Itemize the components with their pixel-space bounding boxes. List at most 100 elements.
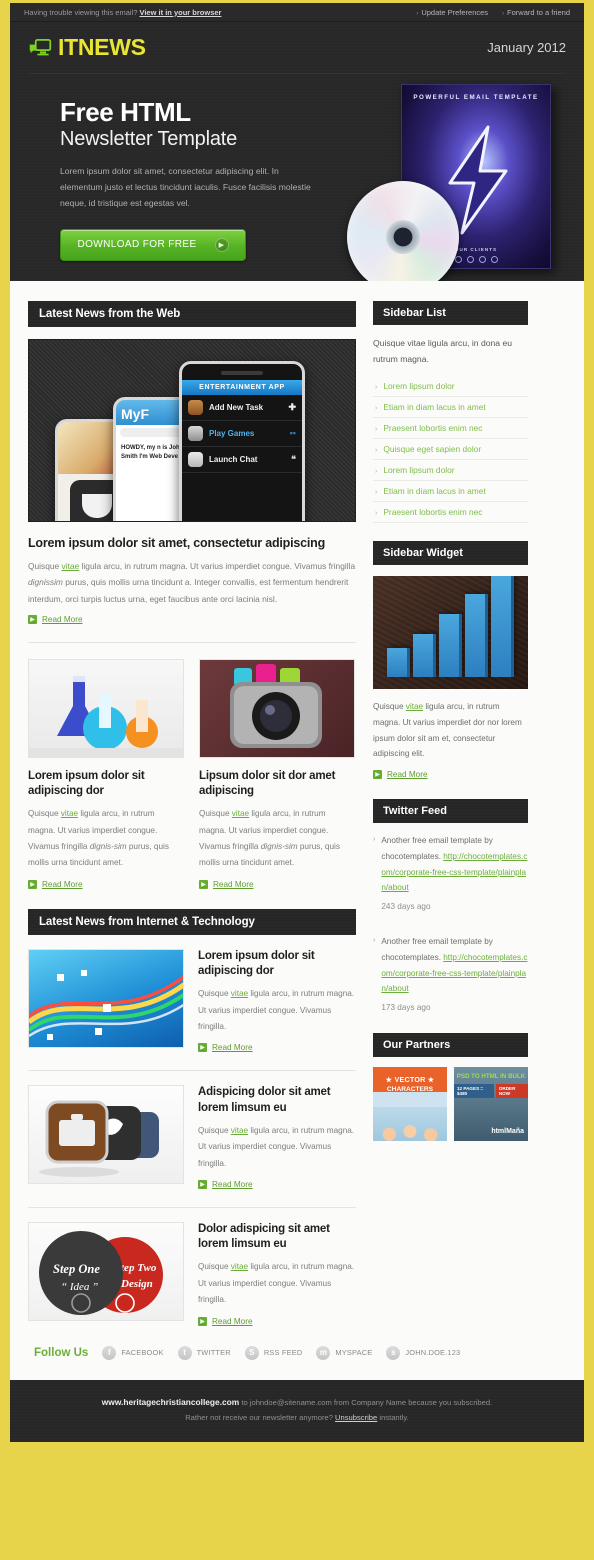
list-item-text: Adispicing dolor sit amet lorem limsum e… <box>198 1085 356 1191</box>
phone-front: ENTERTAINMENT APP Add New Task ✚ Play Ga… <box>179 360 305 521</box>
read-more-label: Read More <box>387 770 428 780</box>
social-link-skype[interactable]: s JOHN.DOE.123 <box>386 1345 460 1360</box>
main-column: Latest News from the Web MyF HOWDY, my n… <box>28 301 356 1328</box>
tweet-content: Another free email template by chocotemp… <box>381 833 528 914</box>
email-page: Having trouble viewing this email? View … <box>0 0 594 1560</box>
chevron-right-icon: › <box>373 937 376 945</box>
sidebar-list-item[interactable]: › Quisque eget sapien dolor <box>373 439 528 460</box>
chevron-right-icon: › <box>373 836 376 844</box>
header-section: ITNEWS January 2012 Free HTML Newsletter… <box>10 22 584 281</box>
sidebar-item-label: Praesent lobortis enim nec <box>383 422 483 433</box>
read-more-link[interactable]: ▶ Read More <box>198 1316 253 1326</box>
article-cell: Lorem ipsum dolor sit adipiscing dor Qui… <box>28 658 184 891</box>
vitae-link[interactable]: vitae <box>61 809 78 818</box>
product-boxshot-and-cd: POWERFUL EMAIL TEMPLATE OUR CLIENTS <box>347 84 562 281</box>
read-more-link[interactable]: ▶ Read More <box>373 770 428 780</box>
vector-characters-banner[interactable]: ★ VECTOR ★ CHARACTERS <box>373 1067 447 1142</box>
chevron-right-icon: › <box>375 509 378 517</box>
unsubscribe-link[interactable]: Unsubscribe <box>335 1413 377 1422</box>
logo-row: ITNEWS January 2012 <box>28 22 566 74</box>
download-for-free-button[interactable]: DOWNLOAD FOR FREE ▶ <box>60 228 246 261</box>
sidebar-list-item[interactable]: › Praesent lobortis enim nec <box>373 418 528 439</box>
follow-us-bar: Follow Us f FACEBOOK t TWITTER S RSS FEE… <box>10 1327 584 1380</box>
read-more-link[interactable]: ▶ Read More <box>198 1180 253 1190</box>
article-title: Adispicing dolor sit amet lorem limsum e… <box>198 1086 331 1114</box>
sidebar-list-item[interactable]: › Etiam in diam lacus in amet <box>373 397 528 418</box>
app-item-play-games: Play Games ▪▪ <box>182 421 302 447</box>
read-more-link[interactable]: ▶ Read More <box>199 879 254 889</box>
myspace-icon: m <box>316 1345 331 1360</box>
sidebar-list-item[interactable]: › Etiam in diam lacus in amet <box>373 481 528 502</box>
forward-to-friend-link[interactable]: Forward to a friend <box>507 8 570 17</box>
arrow-square-icon: ▶ <box>198 1043 207 1053</box>
logo[interactable]: ITNEWS <box>28 34 146 61</box>
preheader-bar: Having trouble viewing this email? View … <box>10 3 584 22</box>
vitae-link[interactable]: vitae <box>231 1126 248 1135</box>
svg-text:Design: Design <box>120 1278 153 1290</box>
read-more-label: Read More <box>42 879 83 889</box>
chevron-right-icon: › <box>375 446 378 454</box>
sidebar-item-label: Etiam in diam lacus in amet <box>383 401 486 412</box>
sidebar-list-item[interactable]: › Lorem lipsum dolor <box>373 376 528 397</box>
arrow-square-icon: ▶ <box>198 1316 207 1326</box>
chart-bar <box>439 613 462 677</box>
step-circles-thumbnail[interactable]: tep Two Design Step One “ Idea ” <box>28 1222 184 1322</box>
social-link-twitter[interactable]: t TWITTER <box>177 1345 231 1360</box>
arrow-square-icon: ▶ <box>198 1180 207 1190</box>
sidebar-widget-title: Sidebar Widget <box>373 541 528 565</box>
issue-date: January 2012 <box>487 40 566 55</box>
sidebar-item-label: Etiam in diam lacus in amet <box>383 485 486 496</box>
footer-unsub-pre: Rather not receive our newsletter anymor… <box>185 1413 336 1423</box>
sidebar-list-item[interactable]: › Praesent lobortis enim nec <box>373 502 528 523</box>
social-link-facebook[interactable]: f FACEBOOK <box>102 1345 163 1360</box>
chart-bar <box>413 633 436 677</box>
chemistry-flasks-thumbnail[interactable] <box>28 658 184 758</box>
divider <box>28 1070 356 1072</box>
section-title-latest-news-web: Latest News from the Web <box>28 301 356 327</box>
article-title: Lipsum dolor sit dor amet adipiscing <box>199 769 336 798</box>
social-label: MYSPACE <box>335 1348 373 1358</box>
social-label: RSS FEED <box>263 1348 303 1358</box>
chat-monitor-icon <box>29 38 52 55</box>
svg-text:Step One: Step One <box>53 1262 100 1276</box>
read-more-link[interactable]: ▶ Read More <box>28 614 83 624</box>
article-title: Dolor adispicing sit amet lorem limsum e… <box>198 1223 330 1251</box>
speaker-icon <box>221 370 263 375</box>
camera-icon-thumbnail[interactable] <box>199 658 355 758</box>
body-emphasis: dignis-sim <box>89 842 127 852</box>
update-preferences-link[interactable]: Update Preferences <box>421 8 488 17</box>
twitter-feed-title: Twitter Feed <box>373 799 528 823</box>
vitae-link[interactable]: vitae <box>62 561 80 571</box>
hero-copy: Free HTML Newsletter Template Lorem ipsu… <box>60 98 350 261</box>
footer-unsub-post: instantly. <box>377 1413 409 1423</box>
task-icon <box>188 399 203 415</box>
svg-text:tep Two: tep Two <box>121 1262 157 1274</box>
divider <box>28 641 356 643</box>
htmlmana-banner[interactable]: PSD TO HTML IN BULK 12 PAGES = $480 ORDE… <box>454 1067 528 1142</box>
footer-line-1: www.heritagechristiancollege.com to john… <box>40 1394 554 1411</box>
body-emphasis: dignis-sim <box>260 842 298 852</box>
twitter-feed-block: Twitter Feed › Another free email templa… <box>373 799 528 1015</box>
app-bar-title: ENTERTAINMENT APP <box>182 379 302 395</box>
view-in-browser-link[interactable]: View it in your browser <box>139 8 221 17</box>
article-body: Quisque vitae ligula arcu, in rutrum mag… <box>198 1259 356 1308</box>
vitae-link[interactable]: vitae <box>232 809 249 818</box>
vitae-link[interactable]: vitae <box>406 702 423 711</box>
footer-recipient-text: to johndoe@sitename.com from Company Nam… <box>239 1397 493 1407</box>
section-title-latest-news-tech: Latest News from Internet & Technology <box>28 909 356 935</box>
sidebar-list-item[interactable]: › Lorem lipsum dolor <box>373 460 528 481</box>
list-item-text: Lorem ipsum dolor sit adipiscing dor Qui… <box>198 949 356 1055</box>
banner-line2: CHARACTERS <box>386 1086 434 1094</box>
read-more-link[interactable]: ▶ Read More <box>28 879 83 889</box>
read-more-link[interactable]: ▶ Read More <box>198 1043 253 1053</box>
app-item-label: Play Games <box>209 428 255 438</box>
abstract-wave-thumbnail[interactable] <box>28 948 184 1048</box>
app-icons-thumbnail[interactable] <box>28 1085 184 1185</box>
vitae-link[interactable]: vitae <box>231 1262 248 1271</box>
social-link-myspace[interactable]: m MYSPACE <box>316 1345 373 1360</box>
arrow-square-icon: ▶ <box>199 879 208 889</box>
social-link-rss[interactable]: S RSS FEED <box>244 1345 303 1360</box>
bullet-icon: › <box>502 10 505 17</box>
svg-text:“ Idea ”: “ Idea ” <box>61 1281 98 1293</box>
vitae-link[interactable]: vitae <box>231 989 248 998</box>
